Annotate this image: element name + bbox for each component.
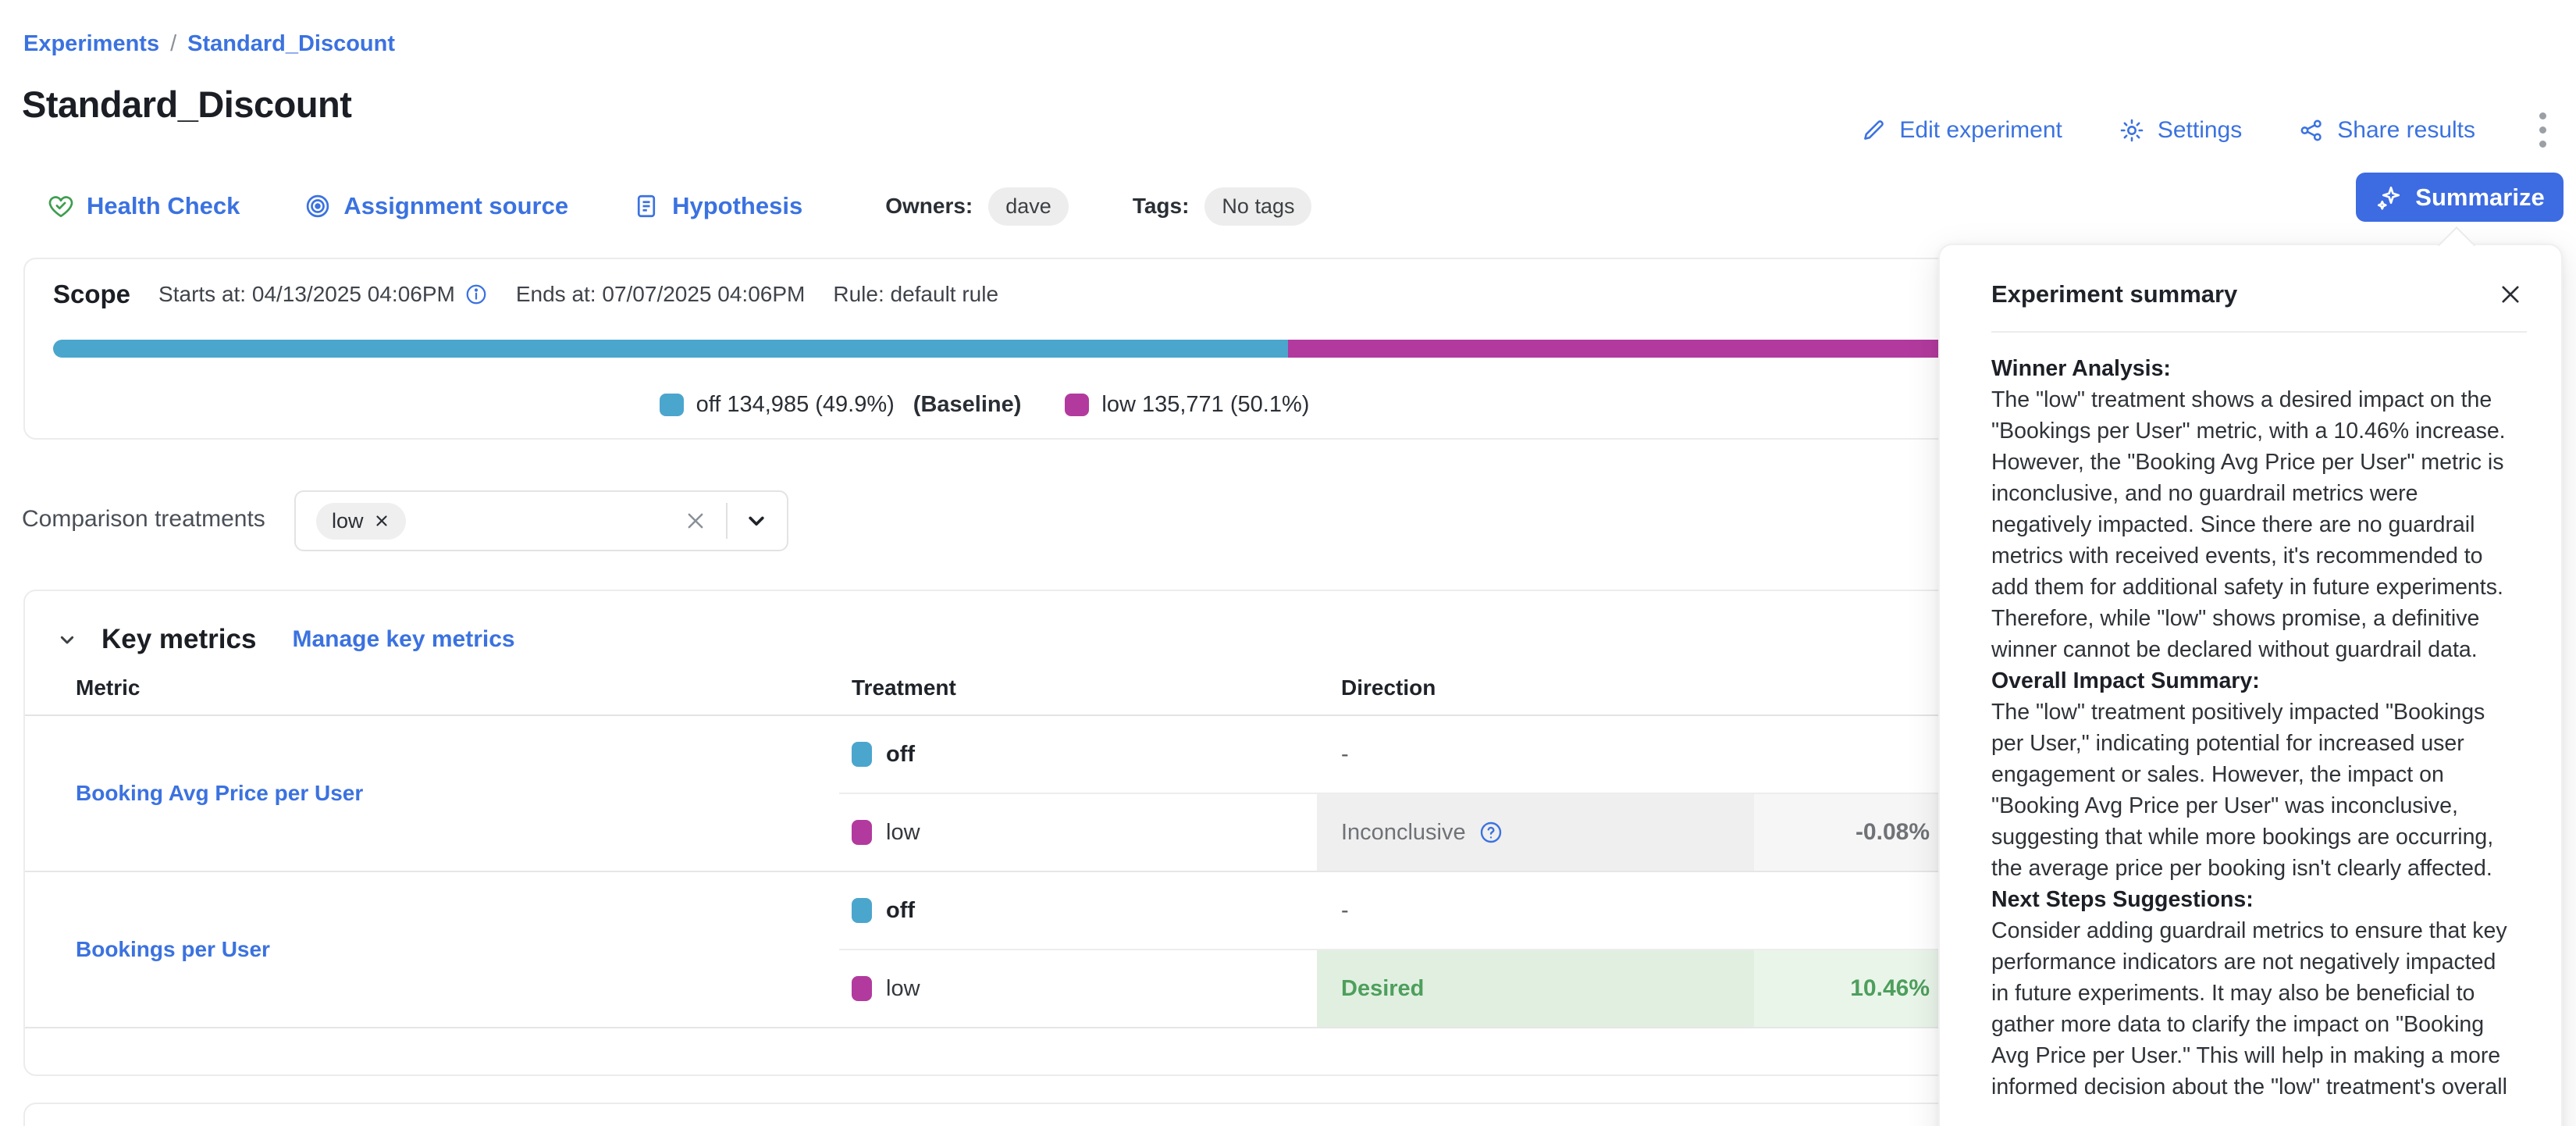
assignment-source-link[interactable]: Assignment source [304,192,568,220]
scope-ends: Ends at: 07/07/2025 04:06PM [516,282,806,307]
legend-low-label: low 135,771 (50.1%) [1101,392,1309,418]
health-check-link[interactable]: Health Check [47,192,240,220]
pencil-icon [1860,117,1887,144]
hypothesis-link[interactable]: Hypothesis [632,192,802,220]
key-metrics-title: Key metrics [101,624,256,655]
direction-cell-desired: Desired [1317,950,1754,1027]
more-options-button[interactable] [2532,108,2554,152]
low-swatch [852,820,872,845]
comparison-treatments-label: Comparison treatments [22,506,265,533]
summary-section-body: The "low" treatment positively impacted … [1991,697,2511,884]
direction-value: Inconclusive [1341,820,1466,846]
direction-cell-inconclusive: Inconclusive [1317,794,1754,871]
treatment-chip-label: low [332,509,364,533]
owner-pill[interactable]: dave [988,187,1069,226]
legend-item-off: off 134,985 (49.9%) (Baseline) [660,392,1022,418]
allocation-segment-off [53,340,1288,358]
legend-off-label: off 134,985 (49.9%) [696,392,895,418]
scope-title: Scope [53,280,130,309]
scope-rule: Rule: default rule [833,282,998,307]
summary-panel-title: Experiment summary [1991,280,2237,308]
allocation-legend: off 134,985 (49.9%) (Baseline) low 135,7… [25,392,1944,418]
summarize-label: Summarize [2415,184,2544,212]
summary-section-body: The "low" treatment shows a desired impa… [1991,384,2511,665]
off-swatch [852,898,872,923]
breadcrumb-current-link[interactable]: Standard_Discount [187,31,395,57]
direction-value: - [1317,716,1754,793]
summary-section-heading: Next Steps Suggestions: [1991,884,2511,915]
summary-section-heading: Overall Impact Summary: [1991,665,2511,697]
tags-label: Tags: [1133,194,1190,219]
collapse-chevron-icon[interactable] [55,627,80,652]
legend-baseline-label: (Baseline) [913,392,1022,418]
off-swatch [660,394,684,416]
treatment-name: off [886,898,915,924]
chip-remove-icon[interactable] [373,512,390,529]
scope-starts: Starts at: 04/13/2025 04:06PM [158,282,488,307]
hypothesis-label: Hypothesis [672,192,802,220]
breadcrumb-separator: / [170,31,176,57]
summary-section-body: Consider adding guardrail metrics to ens… [1991,915,2511,1103]
share-icon [2298,117,2325,144]
settings-button[interactable]: Settings [2119,117,2242,144]
column-header-metric: Metric [25,675,839,700]
treatment-chip-low[interactable]: low [316,503,406,540]
heart-check-icon [47,192,75,220]
legend-item-low: low 135,771 (50.1%) [1065,392,1309,418]
column-header-treatment: Treatment [839,675,1317,700]
gear-icon [2119,117,2145,144]
edit-experiment-button[interactable]: Edit experiment [1860,117,2062,144]
help-icon[interactable] [1478,820,1503,845]
health-check-label: Health Check [87,192,240,220]
select-divider [726,503,728,539]
metric-link-bookings-per-user[interactable]: Bookings per User [76,937,270,962]
close-icon[interactable] [2494,278,2527,311]
column-header-direction: Direction [1317,675,1754,700]
chevron-down-icon[interactable] [743,508,770,534]
low-swatch [852,976,872,1001]
tags-group: Tags: No tags [1133,187,1312,226]
treatment-name: off [886,742,915,768]
share-results-button[interactable]: Share results [2298,117,2475,144]
settings-label: Settings [2158,117,2242,144]
sparkle-icon [2375,184,2403,212]
summarize-button[interactable]: Summarize [2356,173,2564,222]
share-results-label: Share results [2337,117,2475,144]
low-swatch [1065,394,1089,416]
summary-panel-body: Winner Analysis: The "low" treatment sho… [1940,333,2561,1103]
manage-key-metrics-link[interactable]: Manage key metrics [292,626,514,653]
comparison-treatments-select[interactable]: low [294,490,788,551]
summary-section-heading: Winner Analysis: [1991,353,2511,384]
direction-value: Desired [1341,976,1424,1002]
page-title: Standard_Discount [22,83,351,126]
owners-label: Owners: [885,194,973,219]
assignment-source-label: Assignment source [343,192,568,220]
metric-link-booking-avg-price[interactable]: Booking Avg Price per User [76,781,363,806]
treatment-name: low [886,820,920,846]
breadcrumb: Experiments / Standard_Discount [23,31,395,57]
owners-group: Owners: dave [885,187,1069,226]
tags-pill[interactable]: No tags [1204,187,1311,226]
breadcrumb-experiments-link[interactable]: Experiments [23,31,159,57]
header-actions: Edit experiment Settings Share results [1860,108,2554,152]
direction-value: - [1317,872,1754,949]
info-icon[interactable] [464,283,488,306]
document-icon [632,192,660,220]
experiment-summary-panel: Experiment summary Winner Analysis: The … [1938,244,2563,1126]
edit-experiment-label: Edit experiment [1899,117,2062,144]
treatment-name: low [886,976,920,1002]
clear-selection-icon[interactable] [684,509,707,533]
experiment-page: Experiments / Standard_Discount Standard… [0,0,2576,1126]
meta-row: Health Check Assignment source Hypothesi… [47,181,1311,231]
off-swatch [852,742,872,767]
target-icon [304,192,332,220]
